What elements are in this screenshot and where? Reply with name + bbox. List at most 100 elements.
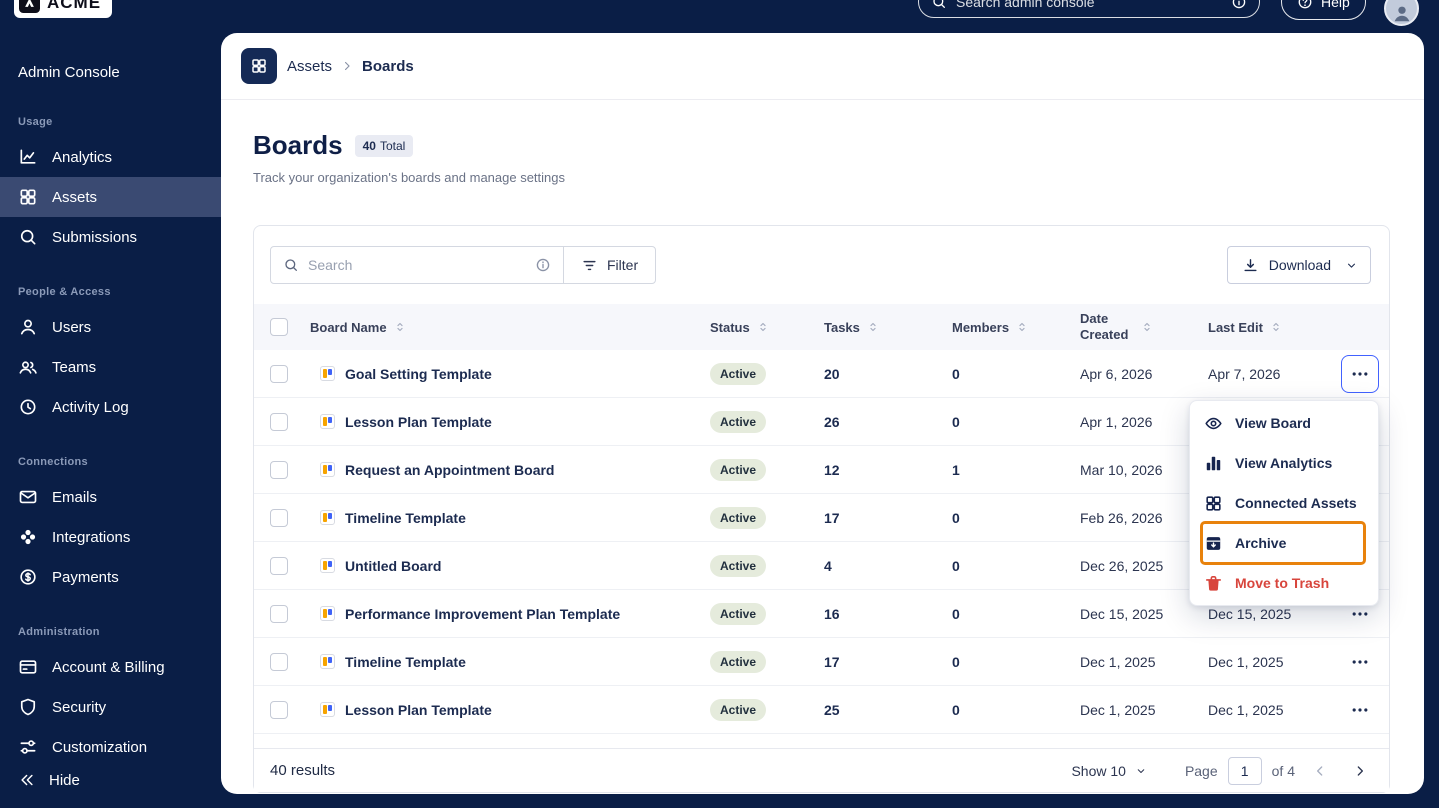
acme-logo[interactable]: ACME <box>14 0 112 18</box>
sidebar-item-customization[interactable]: Customization <box>0 727 221 767</box>
board-name-cell[interactable]: Performance Improvement Plan Template <box>298 590 698 637</box>
page-label: Page <box>1185 763 1218 779</box>
column-header-label: Last Edit <box>1208 320 1263 335</box>
sidebar-item-assets[interactable]: Assets <box>0 177 221 217</box>
download-button[interactable]: Download <box>1227 246 1371 284</box>
sidebar-item-label: Users <box>52 319 91 336</box>
sort-icon[interactable] <box>1015 320 1029 334</box>
row-checkbox[interactable] <box>270 413 288 431</box>
help-icon <box>1297 0 1313 10</box>
sort-icon[interactable] <box>1140 320 1154 334</box>
sidebar-title: Admin Console <box>18 64 120 81</box>
sidebar-item-payments[interactable]: Payments <box>0 557 221 597</box>
table-footer: 40 results Show 10 Page of 4 <box>254 748 1389 792</box>
sidebar-item-account-billing[interactable]: Account & Billing <box>0 647 221 687</box>
row-checkbox[interactable] <box>270 509 288 527</box>
column-header-last-edit[interactable]: Last Edit <box>1196 304 1331 350</box>
board-name-cell[interactable]: Untitled Board <box>298 542 698 589</box>
menu-item-connected-assets[interactable]: Connected Assets <box>1190 483 1378 523</box>
help-button[interactable]: Help <box>1281 0 1366 20</box>
sidebar-section-label: People & Access <box>0 272 221 307</box>
analytics-icon <box>18 147 38 167</box>
members-count: 0 <box>940 542 1068 589</box>
menu-item-view-analytics[interactable]: View Analytics <box>1190 443 1378 483</box>
row-checkbox[interactable] <box>270 701 288 719</box>
row-actions-button[interactable] <box>1341 691 1379 729</box>
sidebar-section: Usage Analytics Assets Submissions <box>0 102 221 257</box>
sidebar-section-label: Administration <box>0 612 221 647</box>
previous-page-button[interactable] <box>1305 756 1335 786</box>
avatar[interactable] <box>1384 0 1419 26</box>
column-header-label: Members <box>952 320 1009 335</box>
sidebar-item-activity-log[interactable]: Activity Log <box>0 387 221 427</box>
chevron-left-icon <box>1312 763 1328 779</box>
date-created: Feb 26, 2026 <box>1068 494 1196 541</box>
column-header-status[interactable]: Status <box>698 304 812 350</box>
row-actions-button[interactable] <box>1341 643 1379 681</box>
bar-chart-icon <box>1204 454 1223 473</box>
page-number-input[interactable] <box>1228 757 1262 785</box>
date-created: Dec 15, 2025 <box>1068 590 1196 637</box>
admin-search[interactable] <box>918 0 1260 18</box>
board-icon <box>320 462 335 477</box>
board-name-cell[interactable]: Lesson Plan Template <box>298 686 698 733</box>
board-icon <box>320 414 335 429</box>
sidebar-item-label: Account & Billing <box>52 659 165 676</box>
filter-button[interactable]: Filter <box>563 247 655 283</box>
select-all-checkbox[interactable] <box>270 318 288 336</box>
sidebar-item-submissions[interactable]: Submissions <box>0 217 221 257</box>
members-count: 0 <box>940 398 1068 445</box>
billing-icon <box>18 657 38 677</box>
sidebar-item-security[interactable]: Security <box>0 687 221 727</box>
status-badge: Active <box>710 411 766 433</box>
board-name-cell[interactable]: Request an Appointment Board <box>298 446 698 493</box>
sidebar-item-label: Emails <box>52 489 97 506</box>
board-name-cell[interactable]: Timeline Template <box>298 638 698 685</box>
sidebar-item-emails[interactable]: Emails <box>0 477 221 517</box>
column-header-members[interactable]: Members <box>940 304 1068 350</box>
admin-search-input[interactable] <box>956 0 1222 10</box>
table-search-input[interactable] <box>308 257 526 273</box>
column-header-board-name[interactable]: Board Name <box>298 304 698 350</box>
context-menu-item-label: View Board <box>1235 415 1311 431</box>
table-search[interactable] <box>271 247 563 283</box>
board-name-cell[interactable]: Timeline Template <box>298 494 698 541</box>
board-name: Lesson Plan Template <box>345 414 492 430</box>
sort-icon[interactable] <box>1269 320 1283 334</box>
sidebar-section-label: Usage <box>0 102 221 137</box>
menu-item-archive[interactable]: Archive <box>1190 523 1378 563</box>
column-header-tasks[interactable]: Tasks <box>812 304 940 350</box>
sort-icon[interactable] <box>393 320 407 334</box>
sidebar-section: Connections Emails Integrations Payments <box>0 442 221 597</box>
tasks-count: 4 <box>812 542 940 589</box>
row-checkbox[interactable] <box>270 557 288 575</box>
sidebar-item-analytics[interactable]: Analytics <box>0 137 221 177</box>
row-checkbox[interactable] <box>270 461 288 479</box>
search-icon <box>283 257 299 273</box>
status-badge: Active <box>710 507 766 529</box>
row-actions-button[interactable] <box>1341 355 1379 393</box>
row-checkbox[interactable] <box>270 365 288 383</box>
chevron-down-icon <box>1135 765 1147 777</box>
sidebar-item-integrations[interactable]: Integrations <box>0 517 221 557</box>
sort-icon[interactable] <box>866 320 880 334</box>
board-name-cell[interactable]: Lesson Plan Template <box>298 398 698 445</box>
next-page-button[interactable] <box>1345 756 1375 786</box>
sort-icon[interactable] <box>756 320 770 334</box>
board-name-cell[interactable]: Goal Setting Template <box>298 350 698 397</box>
info-icon <box>1231 0 1247 10</box>
menu-item-view-board[interactable]: View Board <box>1190 403 1378 443</box>
show-per-page-select[interactable]: Show 10 <box>1071 763 1146 779</box>
sidebar-item-teams[interactable]: Teams <box>0 347 221 387</box>
row-checkbox[interactable] <box>270 653 288 671</box>
breadcrumb-parent[interactable]: Assets <box>287 58 332 75</box>
menu-item-move-to-trash[interactable]: Move to Trash <box>1190 563 1378 603</box>
sidebar-hide-button[interactable]: Hide <box>0 762 98 798</box>
column-header-date-created[interactable]: Date Created <box>1068 304 1196 350</box>
chevron-right-icon <box>340 59 354 73</box>
row-checkbox[interactable] <box>270 605 288 623</box>
sidebar-item-users[interactable]: Users <box>0 307 221 347</box>
total-badge-label: Total <box>380 139 405 153</box>
members-count: 0 <box>940 350 1068 397</box>
assets-app-tile <box>241 48 277 84</box>
